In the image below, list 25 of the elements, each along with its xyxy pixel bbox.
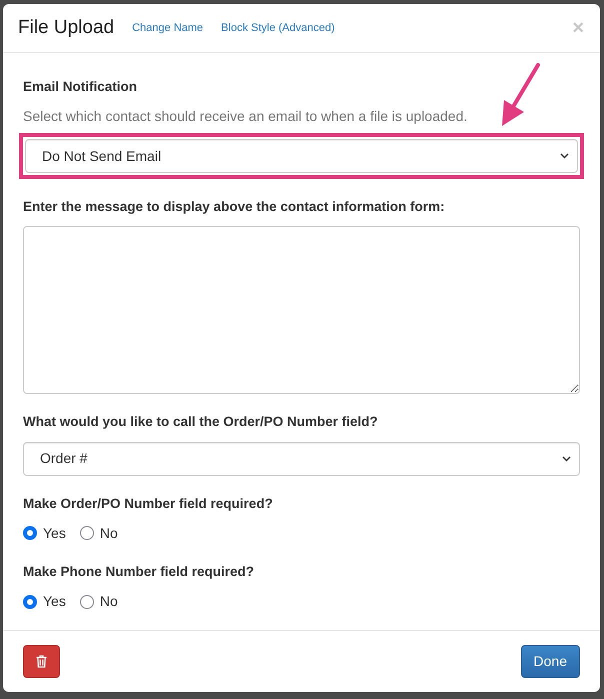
radio-label: Yes bbox=[43, 592, 66, 612]
chevron-icon bbox=[560, 153, 569, 160]
field-label: What would you like to call the Order/PO Number field? bbox=[23, 413, 379, 432]
radio-label: Yes bbox=[43, 524, 66, 543]
field-label: Make Order/PO Number field required? bbox=[23, 494, 274, 513]
field-label: Make Phone Number field required? bbox=[23, 562, 256, 581]
radio-label: No bbox=[100, 592, 118, 612]
radio-button[interactable] bbox=[23, 526, 37, 540]
radio-button[interactable] bbox=[23, 594, 37, 609]
dialog-title: File Upload bbox=[18, 16, 114, 40]
header-link[interactable]: Change Name bbox=[132, 20, 204, 36]
trash-icon bbox=[36, 655, 47, 668]
chevron-icon bbox=[562, 456, 571, 462]
delete-button[interactable] bbox=[23, 645, 60, 678]
select-field[interactable]: Order # bbox=[23, 442, 580, 476]
select-field[interactable]: Do Not Send Email bbox=[25, 139, 578, 174]
annotation-arrow bbox=[500, 62, 542, 128]
radio-button[interactable] bbox=[80, 526, 94, 540]
header-link[interactable]: Block Style (Advanced) bbox=[221, 20, 335, 36]
field-label: Enter the message to display above the contact information form: bbox=[23, 198, 446, 216]
radio-label: No bbox=[100, 524, 118, 543]
done-button[interactable]: Done bbox=[520, 645, 580, 678]
radio-button[interactable] bbox=[80, 594, 94, 609]
field-label: Email Notification bbox=[23, 78, 138, 96]
help-text: Select which contact should receive an email to when a file is uploaded. bbox=[23, 107, 468, 126]
